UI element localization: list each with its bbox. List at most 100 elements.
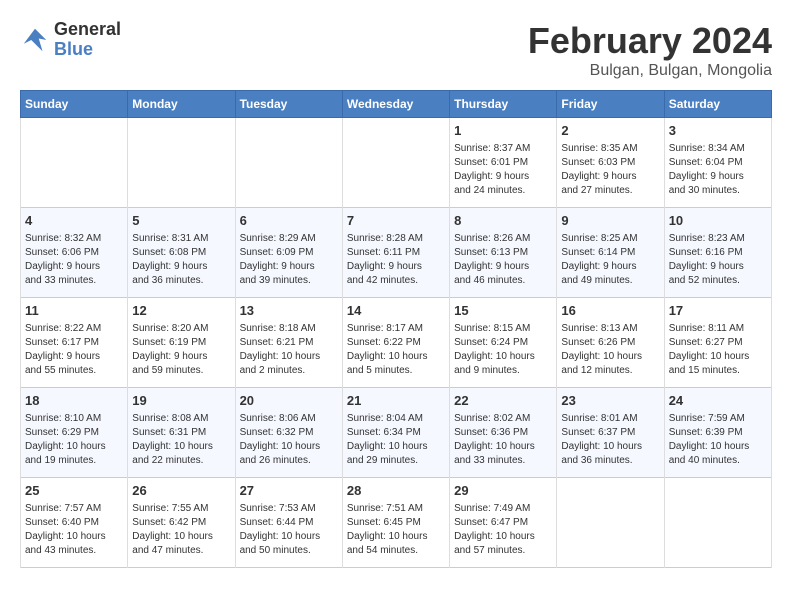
- day-info: Sunrise: 7:51 AM Sunset: 6:45 PM Dayligh…: [347, 502, 445, 558]
- day-number: 11: [25, 302, 123, 320]
- week-row-5: 25 Sunrise: 7:57 AM Sunset: 6:40 PM Dayli…: [21, 478, 772, 568]
- calendar-cell: [235, 118, 342, 208]
- header: General Blue February 2024 Bulgan, Bulga…: [20, 20, 772, 80]
- day-number: 15: [454, 302, 552, 320]
- day-info: Sunrise: 8:20 AM Sunset: 6:19 PM Dayligh…: [132, 322, 230, 378]
- day-info: Sunrise: 8:28 AM Sunset: 6:11 PM Dayligh…: [347, 232, 445, 288]
- column-header-wednesday: Wednesday: [342, 91, 449, 118]
- calendar-cell: 13 Sunrise: 8:18 AM Sunset: 6:21 PM Dayli…: [235, 298, 342, 388]
- calendar-cell: 26Sunrise: 7:55 AM Sunset: 6:42 PM Dayli…: [128, 478, 235, 568]
- day-number: 26: [132, 482, 230, 500]
- calendar-cell: 29Sunrise: 7:49 AM Sunset: 6:47 PM Dayli…: [450, 478, 557, 568]
- day-number: 4: [25, 212, 123, 230]
- day-number: 2: [561, 122, 659, 140]
- calendar-cell: 27 Sunrise: 7:53 AM Sunset: 6:44 PM Dayli…: [235, 478, 342, 568]
- day-info: Sunrise: 8:17 AM Sunset: 6:22 PM Dayligh…: [347, 322, 445, 378]
- day-info: Sunrise: 7:57 AM Sunset: 6:40 PM Dayligh…: [25, 502, 123, 558]
- day-number: 7: [347, 212, 445, 230]
- day-info: Sunrise: 8:18 AM Sunset: 6:21 PM Dayligh…: [240, 322, 338, 378]
- calendar-table: SundayMondayTuesdayWednesdayThursdayFrid…: [20, 90, 772, 568]
- logo-icon: [20, 25, 50, 55]
- day-number: 3: [669, 122, 767, 140]
- logo-line2: Blue: [54, 40, 121, 60]
- column-header-monday: Monday: [128, 91, 235, 118]
- day-info: Sunrise: 8:23 AM Sunset: 6:16 PM Dayligh…: [669, 232, 767, 288]
- day-number: 19: [132, 392, 230, 410]
- calendar-cell: 20 Sunrise: 8:06 AM Sunset: 6:32 PM Dayli…: [235, 388, 342, 478]
- day-number: 17: [669, 302, 767, 320]
- calendar-cell: [664, 478, 771, 568]
- week-row-3: 11 Sunrise: 8:22 AM Sunset: 6:17 PM Dayli…: [21, 298, 772, 388]
- day-info: Sunrise: 8:34 AM Sunset: 6:04 PM Dayligh…: [669, 142, 767, 198]
- day-number: 23: [561, 392, 659, 410]
- day-number: 16: [561, 302, 659, 320]
- calendar-cell: 12 Sunrise: 8:20 AM Sunset: 6:19 PM Dayli…: [128, 298, 235, 388]
- calendar-cell: 4Sunrise: 8:32 AM Sunset: 6:06 PM Daylig…: [21, 208, 128, 298]
- day-info: Sunrise: 8:13 AM Sunset: 6:26 PM Dayligh…: [561, 322, 659, 378]
- day-number: 24: [669, 392, 767, 410]
- day-info: Sunrise: 7:59 AM Sunset: 6:39 PM Dayligh…: [669, 412, 767, 468]
- day-info: Sunrise: 8:22 AM Sunset: 6:17 PM Dayligh…: [25, 322, 123, 378]
- day-number: 20: [240, 392, 338, 410]
- column-header-saturday: Saturday: [664, 91, 771, 118]
- calendar-cell: 10 Sunrise: 8:23 AM Sunset: 6:16 PM Dayli…: [664, 208, 771, 298]
- day-number: 10: [669, 212, 767, 230]
- day-number: 12: [132, 302, 230, 320]
- calendar-cell: [557, 478, 664, 568]
- logo: General Blue: [20, 20, 121, 60]
- calendar-title: February 2024: [528, 20, 772, 62]
- day-info: Sunrise: 8:25 AM Sunset: 6:14 PM Dayligh…: [561, 232, 659, 288]
- day-info: Sunrise: 8:37 AM Sunset: 6:01 PM Dayligh…: [454, 142, 552, 198]
- day-info: Sunrise: 8:15 AM Sunset: 6:24 PM Dayligh…: [454, 322, 552, 378]
- day-number: 29: [454, 482, 552, 500]
- day-info: Sunrise: 8:29 AM Sunset: 6:09 PM Dayligh…: [240, 232, 338, 288]
- calendar-cell: 2Sunrise: 8:35 AM Sunset: 6:03 PM Daylig…: [557, 118, 664, 208]
- week-row-1: 1Sunrise: 8:37 AM Sunset: 6:01 PM Daylig…: [21, 118, 772, 208]
- calendar-cell: [21, 118, 128, 208]
- logo-line1: General: [54, 20, 121, 40]
- calendar-cell: 8Sunrise: 8:26 AM Sunset: 6:13 PM Daylig…: [450, 208, 557, 298]
- day-info: Sunrise: 8:04 AM Sunset: 6:34 PM Dayligh…: [347, 412, 445, 468]
- week-row-2: 4Sunrise: 8:32 AM Sunset: 6:06 PM Daylig…: [21, 208, 772, 298]
- calendar-cell: 21Sunrise: 8:04 AM Sunset: 6:34 PM Dayli…: [342, 388, 449, 478]
- calendar-cell: 15 Sunrise: 8:15 AM Sunset: 6:24 PM Dayli…: [450, 298, 557, 388]
- logo-text: General Blue: [54, 20, 121, 60]
- day-number: 22: [454, 392, 552, 410]
- calendar-cell: 3 Sunrise: 8:34 AM Sunset: 6:04 PM Daylig…: [664, 118, 771, 208]
- day-info: Sunrise: 7:53 AM Sunset: 6:44 PM Dayligh…: [240, 502, 338, 558]
- calendar-cell: 1Sunrise: 8:37 AM Sunset: 6:01 PM Daylig…: [450, 118, 557, 208]
- calendar-cell: 17Sunrise: 8:11 AM Sunset: 6:27 PM Dayli…: [664, 298, 771, 388]
- column-header-sunday: Sunday: [21, 91, 128, 118]
- calendar-cell: 6 Sunrise: 8:29 AM Sunset: 6:09 PM Daylig…: [235, 208, 342, 298]
- day-info: Sunrise: 8:10 AM Sunset: 6:29 PM Dayligh…: [25, 412, 123, 468]
- day-info: Sunrise: 8:08 AM Sunset: 6:31 PM Dayligh…: [132, 412, 230, 468]
- day-info: Sunrise: 8:02 AM Sunset: 6:36 PM Dayligh…: [454, 412, 552, 468]
- calendar-cell: 18 Sunrise: 8:10 AM Sunset: 6:29 PM Dayli…: [21, 388, 128, 478]
- calendar-cell: 22 Sunrise: 8:02 AM Sunset: 6:36 PM Dayli…: [450, 388, 557, 478]
- day-number: 8: [454, 212, 552, 230]
- calendar-cell: 5Sunrise: 8:31 AM Sunset: 6:08 PM Daylig…: [128, 208, 235, 298]
- day-info: Sunrise: 8:01 AM Sunset: 6:37 PM Dayligh…: [561, 412, 659, 468]
- column-header-friday: Friday: [557, 91, 664, 118]
- calendar-cell: 28 Sunrise: 7:51 AM Sunset: 6:45 PM Dayli…: [342, 478, 449, 568]
- day-info: Sunrise: 8:06 AM Sunset: 6:32 PM Dayligh…: [240, 412, 338, 468]
- day-number: 18: [25, 392, 123, 410]
- day-number: 13: [240, 302, 338, 320]
- day-number: 6: [240, 212, 338, 230]
- day-number: 28: [347, 482, 445, 500]
- calendar-subtitle: Bulgan, Bulgan, Mongolia: [528, 62, 772, 80]
- day-number: 25: [25, 482, 123, 500]
- day-number: 5: [132, 212, 230, 230]
- calendar-cell: 7 Sunrise: 8:28 AM Sunset: 6:11 PM Daylig…: [342, 208, 449, 298]
- calendar-cell: 11 Sunrise: 8:22 AM Sunset: 6:17 PM Dayli…: [21, 298, 128, 388]
- day-number: 27: [240, 482, 338, 500]
- day-number: 9: [561, 212, 659, 230]
- calendar-cell: 25 Sunrise: 7:57 AM Sunset: 6:40 PM Dayli…: [21, 478, 128, 568]
- day-number: 14: [347, 302, 445, 320]
- calendar-cell: 24 Sunrise: 7:59 AM Sunset: 6:39 PM Dayli…: [664, 388, 771, 478]
- week-row-4: 18 Sunrise: 8:10 AM Sunset: 6:29 PM Dayli…: [21, 388, 772, 478]
- calendar-cell: 19 Sunrise: 8:08 AM Sunset: 6:31 PM Dayli…: [128, 388, 235, 478]
- header-row: SundayMondayTuesdayWednesdayThursdayFrid…: [21, 91, 772, 118]
- calendar-cell: 16 Sunrise: 8:13 AM Sunset: 6:26 PM Dayli…: [557, 298, 664, 388]
- title-block: February 2024 Bulgan, Bulgan, Mongolia: [528, 20, 772, 80]
